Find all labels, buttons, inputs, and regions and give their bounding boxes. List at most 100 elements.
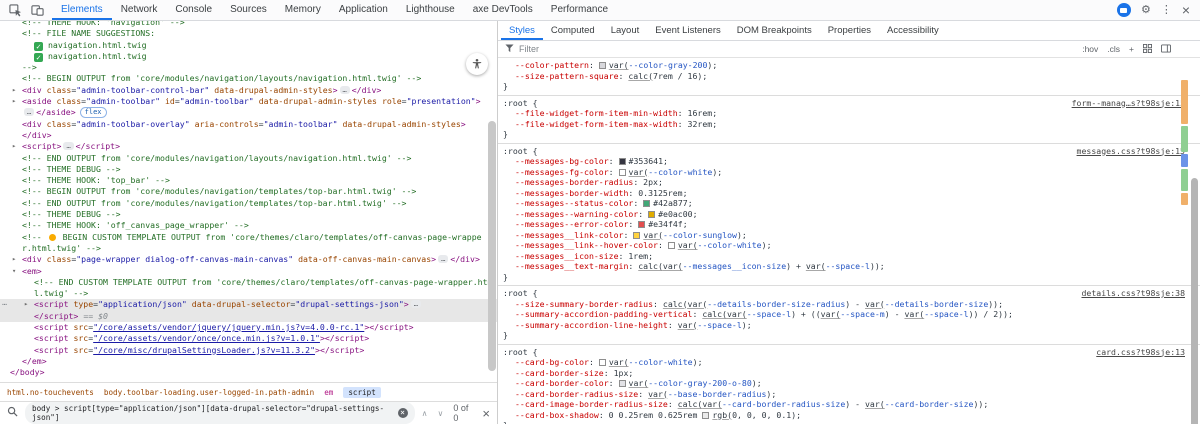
dom-tree-line[interactable]: ▾ <em>	[0, 266, 497, 277]
color-swatch[interactable]	[638, 221, 646, 228]
css-property[interactable]: --file-widget-form-item-min-width: 16rem…	[498, 108, 1200, 119]
main-tab-network[interactable]: Network	[112, 0, 167, 20]
css-property[interactable]: --messages__text-margin: calc(var(--mess…	[498, 261, 1200, 272]
css-property[interactable]: --messages--warning-color: #e0ac00;	[498, 209, 1200, 220]
dom-tree-line[interactable]: <script src="/core/assets/vendor/jquery/…	[0, 322, 497, 333]
dom-tree-line[interactable]: </script> == $0	[0, 310, 497, 323]
inspect-element-icon[interactable]	[7, 2, 23, 18]
css-property[interactable]: --card-box-shadow: 0 0.25rem 0.625rem rg…	[498, 410, 1200, 421]
dom-tree-line[interactable]: <!-- THEME HOOK: 'navigation' -->	[0, 21, 497, 28]
css-property[interactable]: --card-border-size: 1px;	[498, 368, 1200, 379]
css-property[interactable]: --summary-accordion-padding-vertical: ca…	[498, 309, 1200, 320]
css-property[interactable]: --card-image-border-radius-size: calc(va…	[498, 399, 1200, 410]
styles-scrollbar[interactable]	[1191, 178, 1198, 424]
color-swatch[interactable]	[633, 231, 641, 239]
sidebar-tab-computed[interactable]: Computed	[543, 21, 603, 40]
main-tab-memory[interactable]: Memory	[276, 0, 330, 20]
color-swatch[interactable]	[618, 380, 626, 387]
computed-grid-icon[interactable]	[1143, 43, 1152, 55]
dom-tree-line[interactable]: <!-- END CUSTOM TEMPLATE OUTPUT from 'co…	[0, 277, 497, 288]
dom-tree-line[interactable]: <!-- BEGIN OUTPUT from 'core/modules/nav…	[0, 73, 497, 84]
color-swatch[interactable]	[618, 158, 626, 165]
dom-tree-line[interactable]: r.html.twig' -->	[0, 243, 497, 254]
close-devtools-icon[interactable]: ×	[1182, 3, 1190, 17]
dom-tree-line[interactable]: ▸ <div class="page-wrapper dialog-off-can…	[0, 254, 497, 265]
stylesheet-link[interactable]: messages.css?t98sje:15	[1077, 146, 1185, 157]
toggle-element-state[interactable]: :hov	[1082, 44, 1098, 54]
dom-tree-line[interactable]: <!-- BEGIN CUSTOM TEMPLATE OUTPUT from '…	[0, 232, 497, 243]
flex-badge[interactable]: flex	[79, 107, 107, 119]
css-property[interactable]: --card-border-color: var(--color-gray-20…	[498, 378, 1200, 389]
main-tab-console[interactable]: Console	[166, 0, 221, 20]
expand-arrow-icon[interactable]: ▸	[12, 141, 22, 152]
breadcrumb-item[interactable]: em	[324, 388, 333, 397]
close-find-bar-icon[interactable]: ×	[482, 406, 490, 421]
clear-search-icon[interactable]: ×	[397, 408, 408, 418]
css-property[interactable]: --messages--error-color: #e34f4f;	[498, 219, 1200, 230]
dom-tree-line[interactable]: ▸ <aside class="admin-toolbar" id="admin-…	[0, 96, 497, 107]
dom-tree-line[interactable]: ▸ <script>… </script>	[0, 141, 497, 152]
main-tab-performance[interactable]: Performance	[542, 0, 617, 20]
sidebar-tab-layout[interactable]: Layout	[603, 21, 648, 40]
breadcrumb-item[interactable]: html.no-touchevents	[7, 388, 94, 397]
main-tab-application[interactable]: Application	[330, 0, 397, 20]
color-swatch[interactable]	[648, 210, 656, 218]
main-tab-axe-devtools[interactable]: axe DevTools	[464, 0, 542, 20]
dom-tree-line[interactable]: <!-- BEGIN OUTPUT from 'core/modules/nav…	[0, 186, 497, 197]
more-menu-icon[interactable]: ⋮	[1161, 3, 1172, 17]
search-input[interactable]: body > script[type="application/json"][d…	[25, 402, 415, 424]
dom-tree-line[interactable]: <!-- THEME HOOK: 'off_canvas_page_wrappe…	[0, 220, 497, 231]
css-property[interactable]: --messages-bg-color: #353641;	[498, 156, 1200, 167]
main-tab-sources[interactable]: Sources	[221, 0, 276, 20]
settings-gear-icon[interactable]: ⚙	[1141, 3, 1151, 17]
device-toolbar-icon[interactable]	[29, 2, 45, 18]
expand-arrow-icon[interactable]: ▸	[12, 85, 22, 96]
css-property[interactable]: --messages__icon-size: 1rem;	[498, 251, 1200, 262]
sidebar-tab-event-listeners[interactable]: Event Listeners	[647, 21, 728, 40]
css-property[interactable]: --messages--status-color: #42a877;	[498, 198, 1200, 209]
color-swatch[interactable]	[702, 411, 710, 419]
collapse-arrow-icon[interactable]: ▾	[12, 266, 22, 277]
sidebar-tab-accessibility[interactable]: Accessibility	[879, 21, 947, 40]
dom-tree-line[interactable]: ⋯ ▸ <script type="application/json" data-d…	[0, 299, 497, 311]
elements-scrollbar[interactable]	[488, 121, 496, 371]
stylesheet-link[interactable]: card.css?t98sje:13	[1096, 347, 1185, 358]
css-property[interactable]: --size-summary-border-radius: calc(var(-…	[498, 299, 1200, 310]
stylesheet-link[interactable]: details.css?t98sje:38	[1081, 288, 1185, 299]
css-property[interactable]: --size-pattern-square: calc(7rem / 16);	[498, 71, 1200, 82]
dom-tree-line[interactable]: ✓ navigation.html.twig	[0, 51, 497, 62]
dom-tree-line[interactable]: <!-- THEME DEBUG -->	[0, 164, 497, 175]
css-property[interactable]: --color-pattern: var(--color-gray-200);	[498, 60, 1200, 71]
collapsed-content-icon[interactable]: …	[63, 142, 74, 151]
filter-input[interactable]: Filter	[519, 44, 539, 54]
dom-tree-line[interactable]: l.twig' -->	[0, 288, 497, 299]
breadcrumb-item[interactable]: body.toolbar-loading.user-logged-in.path…	[104, 388, 314, 397]
dom-tree-line[interactable]: <div class="admin-toolbar-overlay" aria-…	[0, 119, 497, 130]
toggle-element-classes[interactable]: .cls	[1107, 44, 1120, 54]
color-swatch[interactable]	[667, 242, 675, 249]
color-swatch[interactable]	[598, 62, 606, 69]
dom-tree-line[interactable]: -->	[0, 62, 497, 73]
dom-tree-line[interactable]: ▸ <div class="admin-toolbar-control-bar" …	[0, 85, 497, 96]
collapsed-content-icon[interactable]: …	[339, 85, 350, 94]
expand-arrow-icon[interactable]: ▸	[24, 299, 34, 310]
dom-tree-line[interactable]: </em>	[0, 356, 497, 367]
main-tab-lighthouse[interactable]: Lighthouse	[397, 0, 464, 20]
css-property[interactable]: --messages-border-radius: 2px;	[498, 177, 1200, 188]
collapsed-content-icon[interactable]: …	[410, 300, 421, 309]
collapsed-content-icon[interactable]: …	[438, 255, 449, 264]
stylesheet-link[interactable]: form--manag…s?t98sje:15	[1072, 98, 1185, 109]
expand-arrow-icon[interactable]: ▸	[12, 254, 22, 265]
sidebar-tab-styles[interactable]: Styles	[501, 21, 543, 40]
find-previous-icon[interactable]: ∧	[422, 409, 428, 418]
sidebar-tab-dom-breakpoints[interactable]: DOM Breakpoints	[729, 21, 820, 40]
dom-tree-line[interactable]: <!-- FILE NAME SUGGESTIONS:	[0, 28, 497, 39]
dom-tree-line[interactable]: <!-- END OUTPUT from 'core/modules/navig…	[0, 153, 497, 164]
collapsed-content-icon[interactable]: …	[24, 108, 35, 117]
css-property[interactable]: --messages-fg-color: var(--color-white);	[498, 167, 1200, 178]
new-style-rule-button[interactable]: +	[1129, 44, 1134, 54]
css-property[interactable]: --messages__link-color: var(--color-sung…	[498, 230, 1200, 241]
expand-arrow-icon[interactable]: ▸	[12, 96, 22, 107]
dom-tree-line[interactable]: <!-- END OUTPUT from 'core/modules/navig…	[0, 198, 497, 209]
extension-icon[interactable]	[1116, 3, 1131, 17]
